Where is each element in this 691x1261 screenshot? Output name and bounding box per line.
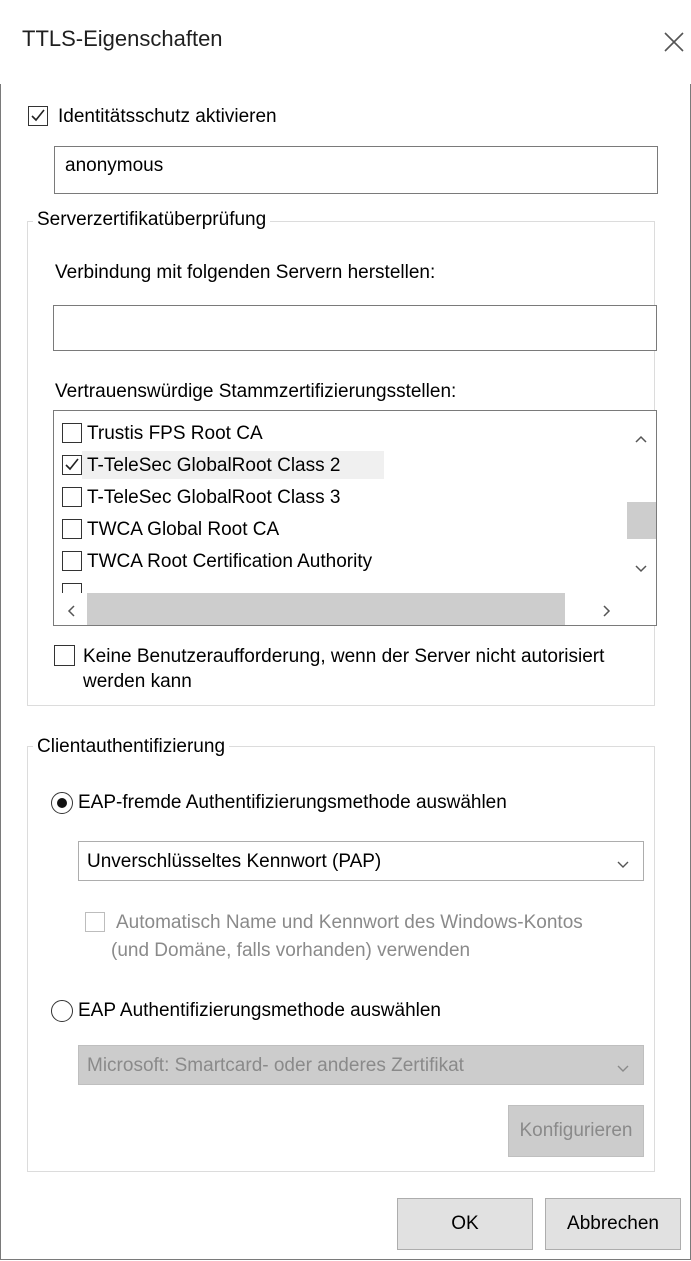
auto-credentials-checkbox[interactable] bbox=[85, 912, 105, 932]
identity-checkbox[interactable] bbox=[28, 106, 48, 126]
radio-selected-dot bbox=[57, 798, 67, 808]
list-item[interactable]: T-TeleSec GlobalRoot Class 2 bbox=[54, 449, 627, 481]
checkmark-icon bbox=[65, 458, 79, 471]
identity-input-value: anonymous bbox=[65, 155, 164, 176]
window-title: TTLS-Eigenschaften bbox=[22, 26, 223, 51]
configure-button[interactable]: Konfigurieren bbox=[508, 1105, 644, 1157]
identity-input[interactable]: anonymous bbox=[54, 146, 658, 194]
close-icon[interactable] bbox=[662, 30, 686, 54]
chevron-left-icon[interactable] bbox=[66, 604, 76, 622]
non-eap-radio-label: EAP-fremde Authentifizierungsmethode aus… bbox=[78, 792, 507, 813]
horizontal-scroll-thumb[interactable] bbox=[87, 593, 565, 625]
eap-method-value: Microsoft: Smartcard- oder anderes Zerti… bbox=[87, 1055, 464, 1076]
no-prompt-checkbox[interactable] bbox=[54, 645, 75, 666]
connect-servers-label: Verbindung mit folgenden Servern herstel… bbox=[55, 262, 436, 283]
cancel-button[interactable]: Abbrechen bbox=[545, 1198, 681, 1250]
chevron-down-icon bbox=[617, 857, 629, 875]
auto-credentials-label-line2: (und Domäne, falls vorhanden) verwenden bbox=[111, 940, 471, 961]
chevron-right-icon[interactable] bbox=[602, 604, 612, 622]
ca-label: T-TeleSec GlobalRoot Class 2 bbox=[87, 455, 341, 476]
eap-radio-label: EAP Authentifizierungsmethode auswählen bbox=[78, 1000, 442, 1021]
list-item[interactable]: TWCA Root Certification Authority bbox=[54, 545, 627, 577]
identity-checkbox-label: Identitätsschutz aktivieren bbox=[58, 106, 277, 127]
non-eap-method-select[interactable]: Unverschlüsseltes Kennwort (PAP) bbox=[78, 841, 644, 881]
no-prompt-label-line2: werden kann bbox=[83, 671, 192, 692]
trusted-ca-list[interactable]: Trustis FPS Root CA T-TeleSec GlobalRoot… bbox=[53, 410, 657, 626]
chevron-up-icon[interactable] bbox=[635, 431, 647, 449]
ca-checkbox[interactable] bbox=[62, 423, 82, 443]
eap-radio[interactable] bbox=[51, 1000, 73, 1022]
ca-label: TWCA Global Root CA bbox=[87, 519, 280, 540]
ca-checkbox[interactable] bbox=[62, 551, 82, 571]
horizontal-scrollbar[interactable] bbox=[54, 593, 627, 625]
ca-checkbox[interactable] bbox=[62, 455, 82, 475]
chevron-down-icon bbox=[617, 1061, 629, 1079]
ca-checkbox[interactable] bbox=[62, 487, 82, 507]
ca-checkbox[interactable] bbox=[62, 519, 82, 539]
vertical-scroll-thumb[interactable] bbox=[627, 502, 656, 539]
connect-servers-input[interactable] bbox=[53, 305, 657, 351]
ca-label: TWCA Root Certification Authority bbox=[87, 551, 373, 572]
scroll-corner bbox=[627, 593, 656, 625]
trusted-ca-list-viewport: Trustis FPS Root CA T-TeleSec GlobalRoot… bbox=[54, 411, 627, 603]
title-bar: TTLS-Eigenschaften bbox=[0, 0, 691, 84]
list-item[interactable]: TWCA Global Root CA bbox=[54, 513, 627, 545]
list-item[interactable]: T-TeleSec GlobalRoot Class 3 bbox=[54, 481, 627, 513]
client-auth-group-label: Clientauthentifizierung bbox=[33, 736, 230, 758]
auto-credentials-label-line1: Automatisch Name und Kennwort des Window… bbox=[116, 912, 583, 933]
non-eap-radio[interactable] bbox=[51, 792, 73, 814]
vertical-scrollbar[interactable] bbox=[627, 411, 656, 593]
trusted-ca-label: Vertrauenswürdige Stammzertifizierungsst… bbox=[55, 381, 457, 402]
list-item[interactable]: Trustis FPS Root CA bbox=[54, 417, 627, 449]
ca-label: Trustis FPS Root CA bbox=[87, 423, 263, 444]
no-prompt-label-line1: Keine Benutzeraufforderung, wenn der Ser… bbox=[83, 646, 605, 667]
ca-label: T-TeleSec GlobalRoot Class 3 bbox=[87, 487, 341, 508]
server-cert-group-label: Serverzertifikatüberprüfung bbox=[33, 209, 271, 231]
eap-method-select[interactable]: Microsoft: Smartcard- oder anderes Zerti… bbox=[78, 1045, 644, 1085]
chevron-down-icon[interactable] bbox=[635, 561, 647, 579]
ok-button[interactable]: OK bbox=[397, 1198, 533, 1250]
non-eap-method-value: Unverschlüsseltes Kennwort (PAP) bbox=[87, 851, 382, 872]
checkmark-icon bbox=[31, 109, 45, 122]
